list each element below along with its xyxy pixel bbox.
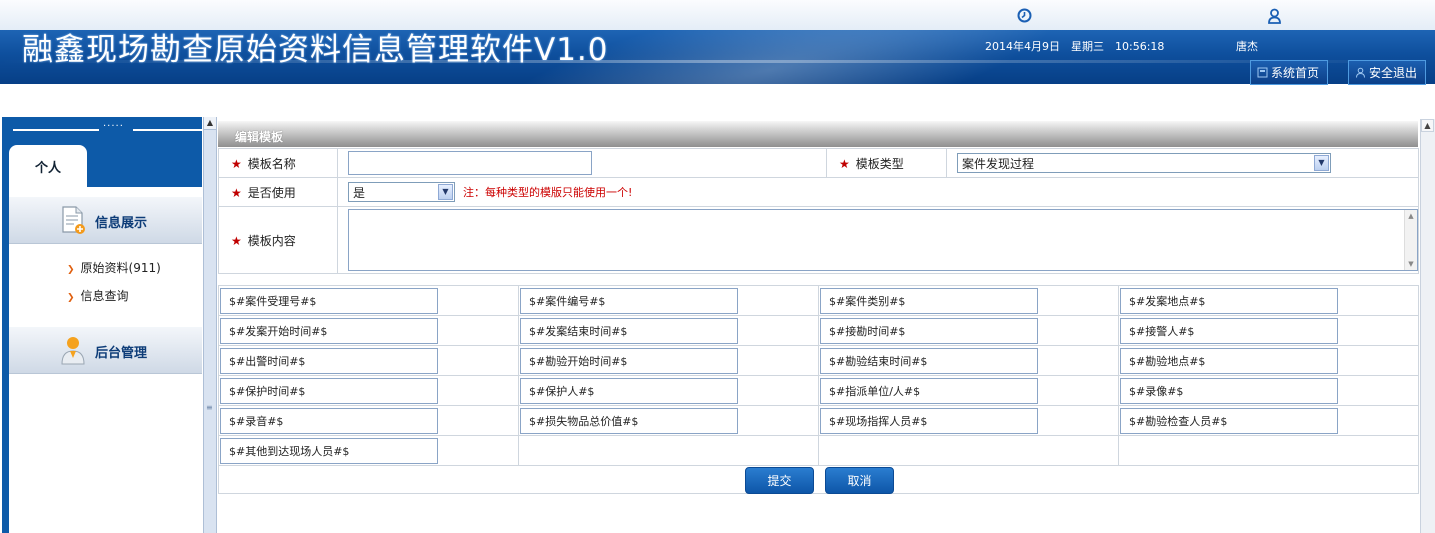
collapse-up-icon[interactable]: ▲: [204, 117, 216, 130]
template-form: ★ 模板名称 ★ 模板类型 案件发现过程 ▼ ★ 是否使用 是 ▼ 注：每种类型…: [218, 148, 1419, 274]
current-username: 唐杰: [1236, 40, 1258, 53]
app-title: 融鑫现场勘查原始资料信息管理软件V1.0: [22, 32, 609, 68]
tab-personal[interactable]: 个人: [9, 145, 87, 187]
in-use-note: 注：每种类型的模版只能使用一个!: [463, 186, 633, 199]
content-label: 模板内容: [247, 233, 296, 248]
placeholder-tag[interactable]: $#发案结束时间#$: [520, 317, 738, 344]
placeholder-tag[interactable]: $#其他到达现场人员#$: [220, 437, 438, 464]
placeholder-tags-table: $#案件受理号#$ $#案件编号#$ $#案件类别#$ $#发案地点#$ $#发…: [218, 285, 1419, 466]
scroll-up-icon[interactable]: ▲: [1406, 211, 1416, 221]
arrow-right-icon: ❯: [67, 265, 75, 275]
clock-icon: [1017, 8, 1032, 23]
in-use-selected: 是: [353, 185, 366, 200]
required-star-icon: ★: [231, 185, 242, 200]
template-type-select[interactable]: 案件发现过程 ▼: [957, 153, 1331, 173]
placeholder-tag[interactable]: $#案件类别#$: [820, 287, 1038, 314]
home-page-icon: [1257, 67, 1268, 78]
placeholder-tag[interactable]: $#勘验地点#$: [1120, 347, 1338, 374]
placeholder-tag[interactable]: $#录像#$: [1120, 377, 1338, 404]
content-textarea[interactable]: ▲ ▼: [348, 209, 1418, 271]
placeholder-tag[interactable]: $#接警人#$: [1120, 317, 1338, 344]
submit-button[interactable]: 提交: [745, 467, 814, 494]
placeholder-tag[interactable]: $#现场指挥人员#$: [820, 407, 1038, 434]
placeholder-tag[interactable]: $#保护时间#$: [220, 377, 438, 404]
panel-header: 编辑模板: [218, 121, 1418, 147]
placeholder-tag[interactable]: $#勘验结束时间#$: [820, 347, 1038, 374]
in-use-label-cell: ★ 是否使用: [218, 177, 338, 207]
chevron-down-icon[interactable]: ▼: [438, 184, 453, 200]
template-name-label: 模板名称: [247, 156, 296, 171]
sidebar-top-bar: ·····: [9, 117, 202, 147]
placeholder-tag[interactable]: $#勘验检查人员#$: [1120, 407, 1338, 434]
in-use-select[interactable]: 是 ▼: [348, 182, 455, 202]
placeholder-tag[interactable]: $#损失物品总价值#$: [520, 407, 738, 434]
placeholder-tag[interactable]: $#勘验开始时间#$: [520, 347, 738, 374]
template-type-label: 模板类型: [855, 156, 904, 171]
table-row: $#案件受理号#$ $#案件编号#$ $#案件类别#$ $#发案地点#$: [218, 285, 1419, 316]
logout-button-label: 安全退出: [1369, 66, 1418, 80]
splitter-grip-icon[interactable]: ≡: [206, 403, 214, 413]
table-row: $#其他到达现场人员#$: [218, 435, 1419, 466]
sidebar: ····· 个人 信息展示 ❯ 原始资料(911) ❯ 信息查询 后台管理: [2, 117, 202, 533]
placeholder-tag[interactable]: $#指派单位/人#$: [820, 377, 1038, 404]
required-star-icon: ★: [231, 233, 242, 248]
panel-title: 编辑模板: [235, 130, 284, 144]
home-button-label: 系统首页: [1271, 66, 1320, 80]
scroll-down-icon[interactable]: ▼: [1406, 259, 1416, 269]
sidebar-section-admin-label: 后台管理: [95, 346, 148, 361]
scroll-up-icon[interactable]: ▲: [1421, 119, 1434, 132]
main-panel: 编辑模板 ▲ ★ 模板名称 ★ 模板类型 案件发现过程 ▼ ★ 是否使用 是 ▼…: [218, 117, 1435, 533]
placeholder-tag[interactable]: $#保护人#$: [520, 377, 738, 404]
current-datetime: 2014年4月9日 星期三 10:56:18: [985, 40, 1165, 53]
sidebar-item-info-query-label: 信息查询: [80, 289, 129, 303]
sidebar-item-raw-data-label: 原始资料(911): [80, 261, 161, 275]
required-star-icon: ★: [231, 156, 242, 171]
sidebar-section-info-label: 信息展示: [95, 216, 148, 231]
chevron-down-icon[interactable]: ▼: [1314, 155, 1329, 171]
sidebar-section-info-display[interactable]: 信息展示: [9, 197, 202, 244]
placeholder-tag[interactable]: $#发案开始时间#$: [220, 317, 438, 344]
sidebar-section-admin[interactable]: 后台管理: [9, 327, 202, 374]
logout-user-icon: [1356, 67, 1365, 78]
cancel-button[interactable]: 取消: [825, 467, 894, 494]
in-use-label: 是否使用: [247, 185, 296, 200]
table-row: $#发案开始时间#$ $#发案结束时间#$ $#接勘时间#$ $#接警人#$: [218, 315, 1419, 346]
table-row: $#保护时间#$ $#保护人#$ $#指派单位/人#$ $#录像#$: [218, 375, 1419, 406]
placeholder-tag[interactable]: $#录音#$: [220, 407, 438, 434]
action-row: 提交 取消: [218, 463, 1419, 494]
placeholder-tag[interactable]: $#案件编号#$: [520, 287, 738, 314]
table-row: $#录音#$ $#损失物品总价值#$ $#现场指挥人员#$ $#勘验检查人员#$: [218, 405, 1419, 436]
main-scrollbar[interactable]: ▲: [1420, 119, 1435, 533]
placeholder-tag[interactable]: $#发案地点#$: [1120, 287, 1338, 314]
template-type-label-cell: ★ 模板类型: [826, 148, 947, 178]
placeholder-tag[interactable]: $#案件受理号#$: [220, 287, 438, 314]
tab-personal-label: 个人: [34, 160, 61, 176]
logout-button[interactable]: 安全退出: [1348, 60, 1426, 85]
sidebar-item-raw-data[interactable]: ❯ 原始资料(911): [67, 259, 161, 276]
template-name-label-cell: ★ 模板名称: [218, 148, 338, 178]
content-label-cell: ★ 模板内容: [218, 206, 338, 274]
textarea-scrollbar[interactable]: ▲ ▼: [1404, 210, 1417, 270]
sidebar-splitter[interactable]: ▲ ≡: [203, 117, 217, 533]
required-star-icon: ★: [839, 156, 850, 171]
home-button[interactable]: 系统首页: [1250, 60, 1328, 85]
placeholder-tag[interactable]: $#接勘时间#$: [820, 317, 1038, 344]
sidebar-item-info-query[interactable]: ❯ 信息查询: [67, 287, 129, 304]
table-row: $#出警时间#$ $#勘验开始时间#$ $#勘验结束时间#$ $#勘验地点#$: [218, 345, 1419, 376]
admin-user-icon: [61, 337, 85, 365]
document-add-icon: [62, 206, 85, 234]
template-name-input[interactable]: [348, 151, 592, 175]
user-icon: [1268, 8, 1281, 24]
placeholder-tag[interactable]: $#出警时间#$: [220, 347, 438, 374]
template-type-selected: 案件发现过程: [962, 156, 1035, 171]
arrow-right-icon: ❯: [67, 293, 75, 303]
